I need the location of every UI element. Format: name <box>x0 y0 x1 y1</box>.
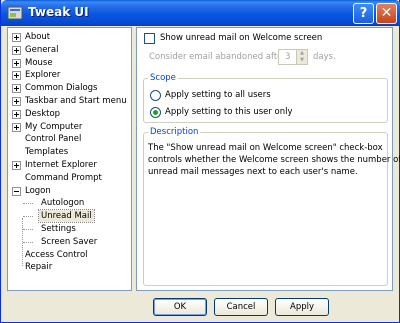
tree-item-label: Screen Saver <box>41 236 98 247</box>
title-bar[interactable]: Tweak UI ? ✕ <box>1 0 400 26</box>
tree-item-label: Access Control <box>25 249 88 260</box>
tree-item-label: Mouse <box>25 57 53 68</box>
tree-item-label: Explorer <box>25 70 61 81</box>
tree-item-label: Templates <box>25 147 69 158</box>
settings-pane: Show unread mail on Welcome screen Consi… <box>136 27 400 291</box>
expand-plus-icon[interactable] <box>12 84 21 94</box>
description-line-2: controls whether the Welcome screen show… <box>148 155 400 165</box>
scope-title: Scope <box>148 73 178 83</box>
expand-plus-icon[interactable] <box>12 161 21 170</box>
tree-item-label: Internet Explorer <box>25 160 97 170</box>
tree-item[interactable]: About <box>12 31 130 43</box>
ok-button[interactable]: OK <box>153 298 207 316</box>
tree-item[interactable]: Internet Explorer <box>12 159 130 171</box>
cancel-button[interactable]: Cancel <box>214 298 268 316</box>
tree-item[interactable]: Taskbar and Start menu <box>12 95 130 107</box>
description-line-1: The "Show unread mail on Welcome screen"… <box>148 143 383 153</box>
tree-connector-branch <box>23 203 33 205</box>
tree-item[interactable]: General <box>12 44 130 56</box>
tree-item[interactable]: My Computer <box>12 121 130 133</box>
tree-item[interactable]: Unread Mail <box>38 209 131 224</box>
tree-item[interactable]: Repair <box>12 261 130 273</box>
show-unread-checkbox[interactable] <box>144 33 155 44</box>
description-line-3: unread mail messages next to each user's… <box>148 167 358 177</box>
description-group: Description The "Show unread mail on Wel… <box>143 127 400 286</box>
tree-item[interactable]: Screen Saver <box>39 236 131 248</box>
tweak-ui-window: Tweak UI ? ✕ About General Mouse Explorer Co… <box>0 0 400 323</box>
expand-plus-icon[interactable] <box>12 45 21 55</box>
all-users-radio[interactable] <box>150 90 161 101</box>
tweak-ui-app-icon <box>7 6 23 20</box>
tree-item[interactable]: Control Panel <box>12 133 130 145</box>
abandon-days-spinner[interactable]: 3 ▲ ▼ <box>278 49 308 65</box>
expand-plus-icon[interactable] <box>12 71 21 81</box>
tree-connector-branch <box>23 241 33 243</box>
help-button[interactable]: ? <box>353 3 374 24</box>
expand-plus-icon[interactable] <box>12 33 21 42</box>
show-unread-label[interactable]: Show unread mail on Welcome screen <box>160 33 322 43</box>
abandon-prefix-label: Consider email abandoned after <box>149 52 286 62</box>
this-user-radio[interactable] <box>150 107 161 118</box>
tree-item[interactable]: Mouse <box>12 57 130 69</box>
expand-plus-icon[interactable] <box>12 97 21 106</box>
expand-plus-icon[interactable] <box>12 58 21 68</box>
tree-item-label: Control Panel <box>25 134 82 145</box>
expand-plus-icon[interactable] <box>12 109 21 119</box>
spinner-up-icon[interactable]: ▲ <box>297 50 307 57</box>
tree-item-label: My Computer <box>25 121 83 132</box>
tree-item[interactable]: Explorer <box>12 69 130 81</box>
tree-item-label: Settings <box>41 224 76 234</box>
tree-item[interactable]: Autologon <box>39 197 131 209</box>
tree-item-label: Common Dialogs <box>25 83 98 94</box>
close-button[interactable]: ✕ <box>376 3 397 24</box>
tree-item-label: General <box>25 44 59 55</box>
tree-item-label: Logon <box>25 185 51 196</box>
tree-item-label: Taskbar and Start menu <box>25 96 127 106</box>
tree-item[interactable]: Access Control <box>12 249 130 261</box>
collapse-minus-icon[interactable] <box>12 186 21 196</box>
tree-item[interactable]: Logon <box>12 185 130 197</box>
tree-item[interactable]: Settings <box>39 223 131 235</box>
expand-plus-icon[interactable] <box>12 122 21 132</box>
tree-item-label: About <box>25 32 51 42</box>
tree-item-label: Unread Mail <box>38 209 95 224</box>
tree-item-label: Autologon <box>41 198 85 209</box>
abandon-days-value: 3 <box>285 52 291 62</box>
spinner-down-icon[interactable]: ▼ <box>297 57 307 64</box>
description-title: Description <box>148 127 201 137</box>
tree-connector-branch <box>23 229 33 230</box>
apply-button[interactable]: Apply <box>275 298 329 316</box>
tree-item[interactable]: Command Prompt <box>12 172 130 184</box>
tree-item[interactable]: Common Dialogs <box>12 82 130 94</box>
tree-item-label: Repair <box>25 262 53 273</box>
settings-tree[interactable]: About General Mouse Explorer Common Dialogs T… <box>7 27 132 291</box>
scope-group: Scope Apply setting to all users Apply s… <box>143 73 388 123</box>
abandon-suffix-label: days. <box>313 52 336 62</box>
tree-connector-branch <box>23 216 33 218</box>
window-title: Tweak UI <box>28 5 89 19</box>
tree-item-label: Command Prompt <box>25 172 102 183</box>
this-user-label[interactable]: Apply setting to this user only <box>165 107 293 117</box>
spinner-arrows[interactable]: ▲ ▼ <box>296 50 307 64</box>
tree-item-label: Desktop <box>25 108 61 119</box>
tree-item[interactable]: Desktop <box>12 108 130 120</box>
tree-item[interactable]: Templates <box>12 146 130 158</box>
all-users-label[interactable]: Apply setting to all users <box>165 90 271 100</box>
